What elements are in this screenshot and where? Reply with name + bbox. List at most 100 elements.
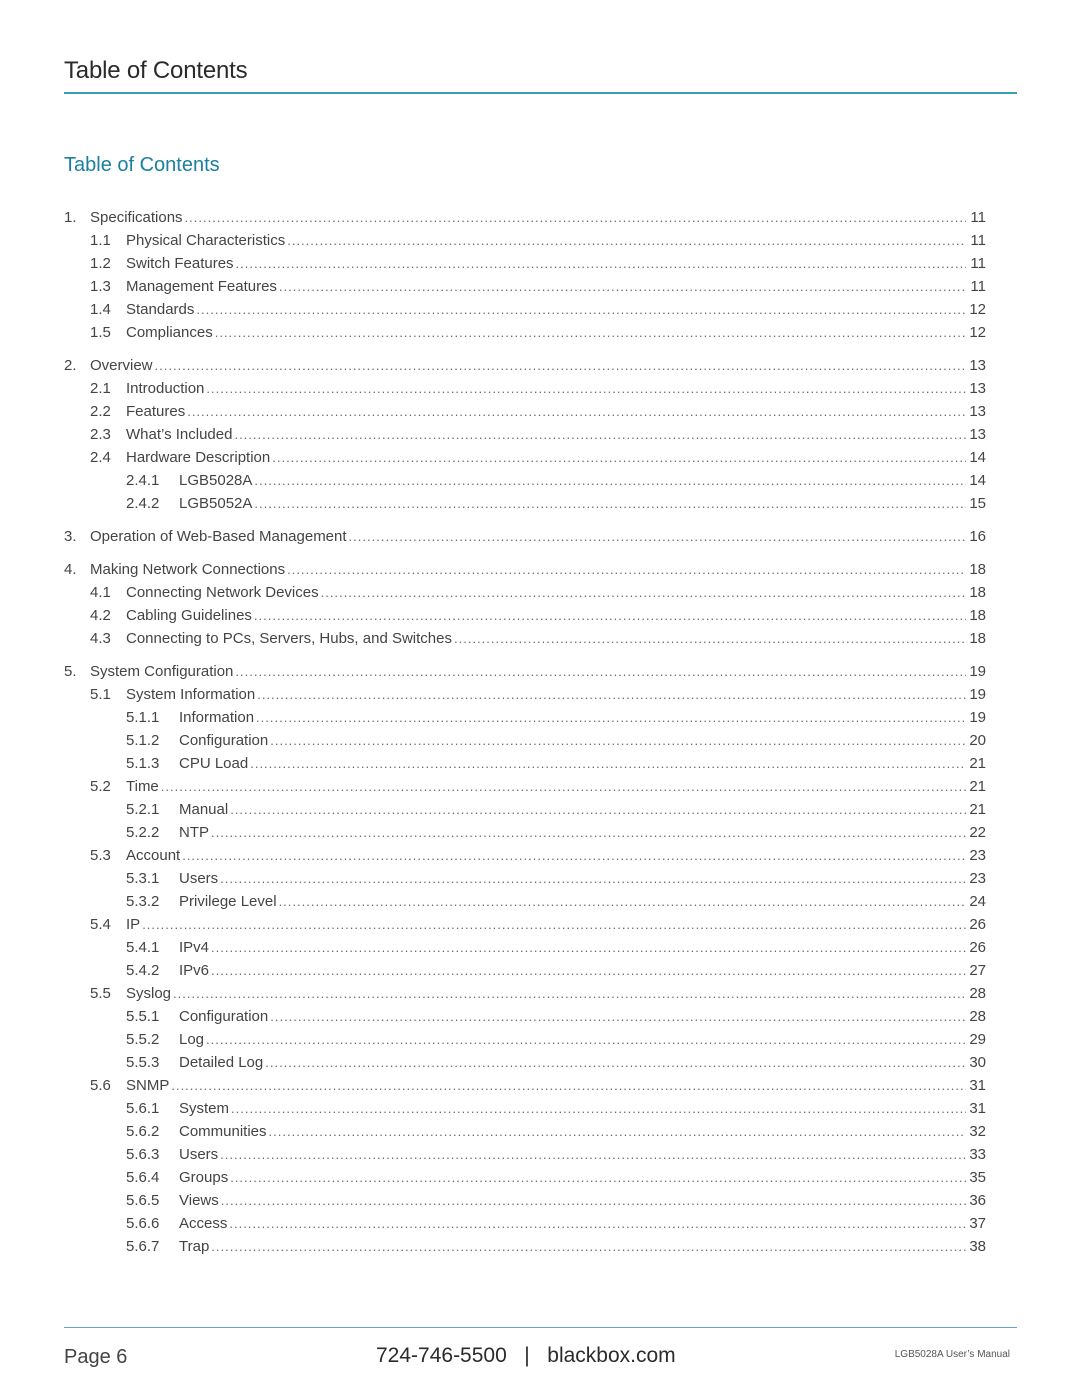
toc-entry[interactable]: 5.6.4 Groups 35	[64, 1169, 986, 1192]
toc-entry-title[interactable]: Privilege Level	[179, 893, 277, 910]
toc-entry-title[interactable]: IPv6	[179, 962, 209, 979]
toc-entry-title[interactable]: Cabling Guidelines	[126, 607, 252, 624]
toc-entry-title[interactable]: Connecting Network Devices	[126, 584, 319, 601]
dot-leader	[287, 562, 966, 577]
toc-entry-title[interactable]: LGB5052A	[179, 495, 252, 512]
toc-entry-title[interactable]: Users	[179, 1146, 218, 1163]
toc-entry-title[interactable]: Switch Features	[126, 255, 234, 272]
toc-entry-title[interactable]: Groups	[179, 1169, 228, 1186]
toc-entry[interactable]: 5.6.3 Users 33	[64, 1146, 986, 1169]
toc-entry-title[interactable]: Introduction	[126, 380, 204, 397]
toc-entry[interactable]: 5.6.2 Communities 32	[64, 1123, 986, 1146]
toc-entry-title[interactable]: Log	[179, 1031, 204, 1048]
toc-entry-title[interactable]: Users	[179, 870, 218, 887]
toc-entry[interactable]: 5.4.2 IPv6 27	[64, 962, 986, 985]
toc-entry[interactable]: 5.6.5 Views 36	[64, 1192, 986, 1215]
toc-entry[interactable]: 4.1 Connecting Network Devices 18	[64, 584, 986, 607]
toc-entry[interactable]: 5.6.6 Access 37	[64, 1215, 986, 1238]
toc-entry[interactable]: 5.6 SNMP 31	[64, 1077, 986, 1100]
toc-entry-title[interactable]: Account	[126, 847, 180, 864]
toc-entry-title[interactable]: Standards	[126, 301, 194, 318]
toc-entry[interactable]: 5.4 IP 26	[64, 916, 986, 939]
toc-entry[interactable]: 5.6.7 Trap 38	[64, 1238, 986, 1261]
toc-entry[interactable]: 5.5 Syslog 28	[64, 985, 986, 1008]
toc-entry-title[interactable]: Views	[179, 1192, 219, 1209]
toc-entry-title[interactable]: IPv4	[179, 939, 209, 956]
toc-entry-title[interactable]: Connecting to PCs, Servers, Hubs, and Sw…	[126, 630, 452, 647]
toc-entry[interactable]: 2.4.1 LGB5028A 14	[64, 472, 986, 495]
toc-entry-title[interactable]: System	[179, 1100, 229, 1117]
toc-entry-title[interactable]: System Configuration	[90, 663, 233, 680]
toc-entry[interactable]: 1. Specifications 11	[64, 209, 986, 232]
toc-entry[interactable]: 5. System Configuration 19	[64, 663, 986, 686]
toc-entry-page: 33	[969, 1146, 986, 1163]
toc-entry-title[interactable]: IP	[126, 916, 140, 933]
dot-leader	[236, 256, 966, 271]
toc-entry-title[interactable]: Information	[179, 709, 254, 726]
toc-entry-title[interactable]: LGB5028A	[179, 472, 252, 489]
toc-entry[interactable]: 2.4 Hardware Description 14	[64, 449, 986, 472]
toc-entry[interactable]: 5.3 Account 23	[64, 847, 986, 870]
toc-entry-title[interactable]: Communities	[179, 1123, 267, 1140]
toc-entry[interactable]: 5.4.1 IPv4 26	[64, 939, 986, 962]
toc-entry-title[interactable]: Time	[126, 778, 159, 795]
toc-entry[interactable]: 2.4.2 LGB5052A 15	[64, 495, 986, 518]
toc-entry[interactable]: 5.6.1 System 31	[64, 1100, 986, 1123]
toc-entry[interactable]: 5.3.2 Privilege Level 24	[64, 893, 986, 916]
toc-entry-title[interactable]: Syslog	[126, 985, 171, 1002]
toc-entry-title[interactable]: Overview	[90, 357, 153, 374]
toc-entry[interactable]: 5.2.2 NTP 22	[64, 824, 986, 847]
toc-entry[interactable]: 3. Operation of Web-Based Management 16	[64, 528, 986, 551]
toc-entry[interactable]: 1.2 Switch Features 11	[64, 255, 986, 278]
dot-leader	[173, 986, 966, 1001]
toc-entry-title[interactable]: Features	[126, 403, 185, 420]
toc-entry[interactable]: 1.1 Physical Characteristics 11	[64, 232, 986, 255]
toc-entry-title[interactable]: Operation of Web-Based Management	[90, 528, 347, 545]
toc-entry[interactable]: 5.5.3 Detailed Log 30	[64, 1054, 986, 1077]
toc-entry[interactable]: 5.2.1 Manual 21	[64, 801, 986, 824]
toc-entry[interactable]: 1.5 Compliances 12	[64, 324, 986, 347]
dot-leader	[211, 940, 966, 955]
toc-entry[interactable]: 1.3 Management Features 11	[64, 278, 986, 301]
toc-entry-title[interactable]: Hardware Description	[126, 449, 270, 466]
toc-entry[interactable]: 2.3 What’s Included 13	[64, 426, 986, 449]
toc-entry-title[interactable]: SNMP	[126, 1077, 169, 1094]
toc-entry-title[interactable]: System Information	[126, 686, 255, 703]
toc-entry-title[interactable]: NTP	[179, 824, 209, 841]
toc-entry-title[interactable]: CPU Load	[179, 755, 248, 772]
toc-entry-number: 5.6.3	[126, 1146, 160, 1163]
toc-entry-number: 5.5.3	[126, 1054, 160, 1071]
toc-entry[interactable]: 2.1 Introduction 13	[64, 380, 986, 403]
toc-entry-title[interactable]: Management Features	[126, 278, 277, 295]
toc-entry[interactable]: 5.3.1 Users 23	[64, 870, 986, 893]
toc-entry-title[interactable]: What’s Included	[126, 426, 232, 443]
toc-entry[interactable]: 5.5.2 Log 29	[64, 1031, 986, 1054]
footer-website[interactable]: blackbox.com	[547, 1344, 675, 1367]
toc-entry[interactable]: 4. Making Network Connections 18	[64, 561, 986, 584]
toc-entry[interactable]: 2.2 Features 13	[64, 403, 986, 426]
toc-entry[interactable]: 5.5.1 Configuration 28	[64, 1008, 986, 1031]
toc-entry[interactable]: 1.4 Standards 12	[64, 301, 986, 324]
toc-entry-number: 2.3	[90, 426, 111, 443]
toc-entry-title[interactable]: Physical Characteristics	[126, 232, 285, 249]
toc-entry[interactable]: 5.1.3 CPU Load 21	[64, 755, 986, 778]
toc-entry-title[interactable]: Access	[179, 1215, 227, 1232]
toc-entry-title[interactable]: Specifications	[90, 209, 183, 226]
toc-entry-title[interactable]: Making Network Connections	[90, 561, 285, 578]
toc-entry[interactable]: 5.1 System Information 19	[64, 686, 986, 709]
toc-entry[interactable]: 5.1.1 Information 19	[64, 709, 986, 732]
toc-entry-title[interactable]: Configuration	[179, 1008, 268, 1025]
toc-entry-title[interactable]: Detailed Log	[179, 1054, 263, 1071]
toc-entry[interactable]: 4.2 Cabling Guidelines 18	[64, 607, 986, 630]
toc-entry-title[interactable]: Manual	[179, 801, 228, 818]
toc-entry[interactable]: 4.3 Connecting to PCs, Servers, Hubs, and…	[64, 630, 986, 653]
toc-entry-title[interactable]: Configuration	[179, 732, 268, 749]
toc-entry[interactable]: 2. Overview 13	[64, 357, 986, 380]
toc-entry-title[interactable]: Compliances	[126, 324, 213, 341]
toc-entry[interactable]: 5.2 Time 21	[64, 778, 986, 801]
toc-entry-number: 5.6.5	[126, 1192, 160, 1209]
toc-entry-number: 5.	[64, 663, 77, 680]
toc-entry-number: 4.1	[90, 584, 111, 601]
toc-entry-title[interactable]: Trap	[179, 1238, 209, 1255]
toc-entry[interactable]: 5.1.2 Configuration 20	[64, 732, 986, 755]
